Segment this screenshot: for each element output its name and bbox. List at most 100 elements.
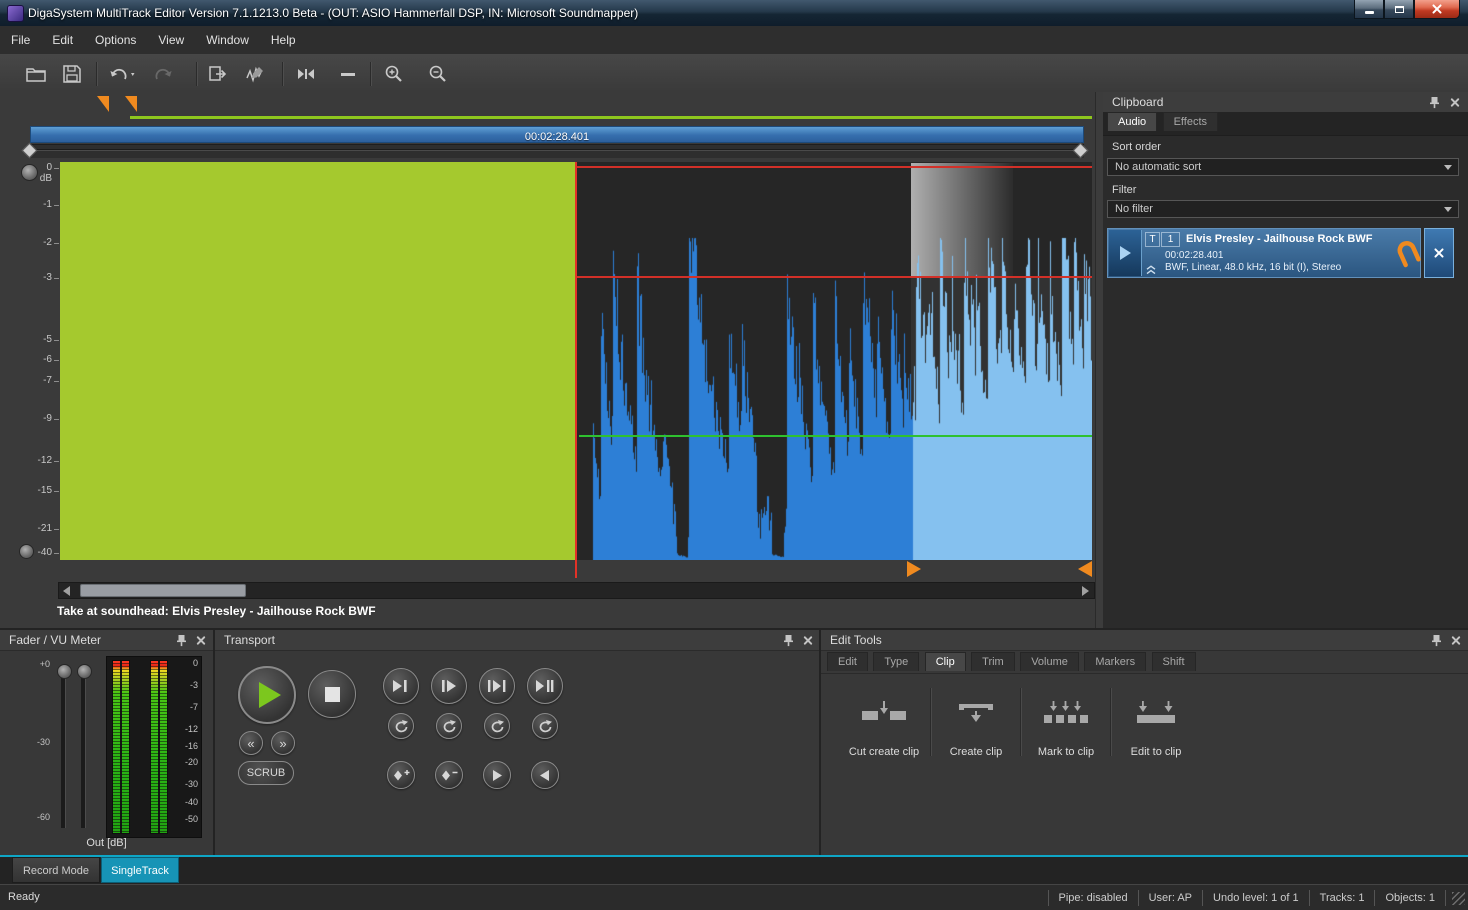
- loop-button[interactable]: [484, 713, 510, 739]
- item-remove-button[interactable]: [1424, 228, 1454, 278]
- envelope-knob-top[interactable]: [21, 164, 38, 181]
- menu-item-edit[interactable]: Edit: [41, 28, 84, 52]
- menu-item-file[interactable]: File: [0, 28, 41, 52]
- skip-back-button[interactable]: «: [239, 731, 263, 755]
- scrub-button[interactable]: SCRUB: [238, 761, 294, 785]
- ruler-tick-label: -1: [20, 199, 52, 210]
- save-button[interactable]: [58, 60, 86, 88]
- loop-button[interactable]: [388, 713, 414, 739]
- fader-knob-right[interactable]: [77, 664, 92, 679]
- edit-waveform-button[interactable]: [242, 60, 270, 88]
- export-take-button[interactable]: [204, 60, 232, 88]
- menu-item-help[interactable]: Help: [260, 28, 307, 52]
- scrub-label: SCRUB: [247, 767, 286, 779]
- add-marker-button[interactable]: [387, 761, 415, 789]
- create-clip-button[interactable]: Create clip: [932, 686, 1020, 766]
- play-from-mark-button[interactable]: [431, 668, 467, 704]
- create-clip-icon: [953, 700, 999, 726]
- close-panel-button[interactable]: [800, 633, 815, 647]
- close-icon: [803, 636, 812, 645]
- waveform-canvas[interactable]: [577, 162, 1092, 560]
- remove-marker-button[interactable]: [435, 761, 463, 789]
- skip-forward-button[interactable]: »: [271, 731, 295, 755]
- selection-end-marker[interactable]: [1078, 561, 1092, 577]
- overview-marker-icon[interactable]: [125, 96, 137, 112]
- close-button[interactable]: [1414, 0, 1460, 19]
- cut-create-clip-button[interactable]: Cut create clip: [840, 686, 928, 766]
- ruler-tick: [54, 360, 59, 361]
- waveform-block-green[interactable]: [60, 162, 575, 560]
- tab-clip[interactable]: Clip: [925, 652, 966, 671]
- toolbar-separator: [370, 62, 372, 86]
- zoom-out-button[interactable]: [424, 60, 452, 88]
- clipboard-item[interactable]: T 1 Elvis Presley - Jailhouse Rock BWF 0…: [1107, 228, 1421, 278]
- tab-shift[interactable]: Shift: [1152, 652, 1196, 671]
- pin-button[interactable]: [1429, 633, 1444, 647]
- tab-trim[interactable]: Trim: [971, 652, 1015, 671]
- filter-select[interactable]: No filter: [1107, 200, 1459, 218]
- close-icon: [1450, 98, 1459, 107]
- maximize-button[interactable]: [1384, 0, 1414, 19]
- title-bar[interactable]: DigaSystem MultiTrack Editor Version 7.1…: [0, 0, 1468, 27]
- pin-button[interactable]: [1427, 95, 1442, 109]
- undo-button[interactable]: [104, 60, 140, 88]
- menu-item-window[interactable]: Window: [195, 28, 260, 52]
- sort-order-select[interactable]: No automatic sort: [1107, 158, 1459, 176]
- tab-volume[interactable]: Volume: [1020, 652, 1079, 671]
- h-scrollbar-thumb[interactable]: [80, 584, 246, 597]
- redo-button[interactable]: [150, 60, 178, 88]
- fader-panel-title: Fader / VU Meter: [9, 633, 101, 647]
- close-panel-button[interactable]: [1447, 95, 1462, 109]
- meter-scale-label: -16: [176, 741, 198, 751]
- minimize-button[interactable]: [1354, 0, 1384, 19]
- collapse-chevrons-icon[interactable]: [1146, 265, 1156, 275]
- open-button[interactable]: [22, 60, 50, 88]
- next-marker-button[interactable]: [483, 761, 511, 789]
- menu-item-options[interactable]: Options: [84, 28, 147, 52]
- playhead-cursor[interactable]: [575, 162, 577, 578]
- loop-button[interactable]: [436, 713, 462, 739]
- mark-to-clip-button[interactable]: Mark to clip: [1022, 686, 1110, 766]
- envelope-knob-bottom[interactable]: [19, 544, 34, 559]
- tab-effects[interactable]: Effects: [1163, 112, 1218, 131]
- play-to-mark-button[interactable]: [383, 668, 419, 704]
- scroll-right-icon[interactable]: [1082, 586, 1089, 596]
- close-panel-button[interactable]: [193, 633, 208, 647]
- skip-forward-icon: »: [279, 737, 286, 750]
- overview-loaded-bar[interactable]: 00:02:28.401: [30, 126, 1084, 143]
- menu-item-view[interactable]: View: [147, 28, 195, 52]
- tab-edit[interactable]: Edit: [827, 652, 868, 671]
- scroll-left-icon[interactable]: [63, 586, 70, 596]
- resize-grip[interactable]: [1452, 892, 1465, 905]
- fader-knob-left[interactable]: [57, 664, 72, 679]
- item-play-button[interactable]: [1109, 230, 1142, 276]
- edit-to-clip-button[interactable]: Edit to clip: [1112, 686, 1200, 766]
- app-icon[interactable]: [7, 5, 24, 22]
- clipboard-title: Clipboard: [1112, 95, 1163, 109]
- loop-button[interactable]: [532, 713, 558, 739]
- close-panel-button[interactable]: [1448, 633, 1463, 647]
- tab-markers[interactable]: Markers: [1084, 652, 1146, 671]
- stop-icon: [325, 687, 340, 702]
- stop-button[interactable]: [308, 670, 356, 718]
- tab-record-mode[interactable]: Record Mode: [12, 857, 100, 883]
- skip-to-marker-button[interactable]: [292, 60, 320, 88]
- pin-button[interactable]: [174, 633, 189, 647]
- selection-start-marker[interactable]: [907, 561, 921, 577]
- fader-track-left[interactable]: [61, 666, 66, 828]
- close-icon: [1431, 3, 1443, 15]
- pin-button[interactable]: [781, 633, 796, 647]
- play-over-mark-button[interactable]: [527, 668, 563, 704]
- overview-marker-icon[interactable]: [97, 96, 109, 112]
- tab-type[interactable]: Type: [873, 652, 919, 671]
- zoom-in-button[interactable]: [380, 60, 408, 88]
- volume-envelope-line[interactable]: [579, 435, 1092, 437]
- play-button[interactable]: [238, 666, 296, 724]
- remove-button[interactable]: [334, 60, 362, 88]
- fader-track-right[interactable]: [81, 666, 86, 828]
- prev-marker-button[interactable]: [531, 761, 559, 789]
- play-selection-button[interactable]: [479, 668, 515, 704]
- overview-range-strip[interactable]: [30, 144, 1084, 158]
- tab-audio[interactable]: Audio: [1107, 112, 1157, 131]
- tab-singletrack[interactable]: SingleTrack: [101, 857, 179, 883]
